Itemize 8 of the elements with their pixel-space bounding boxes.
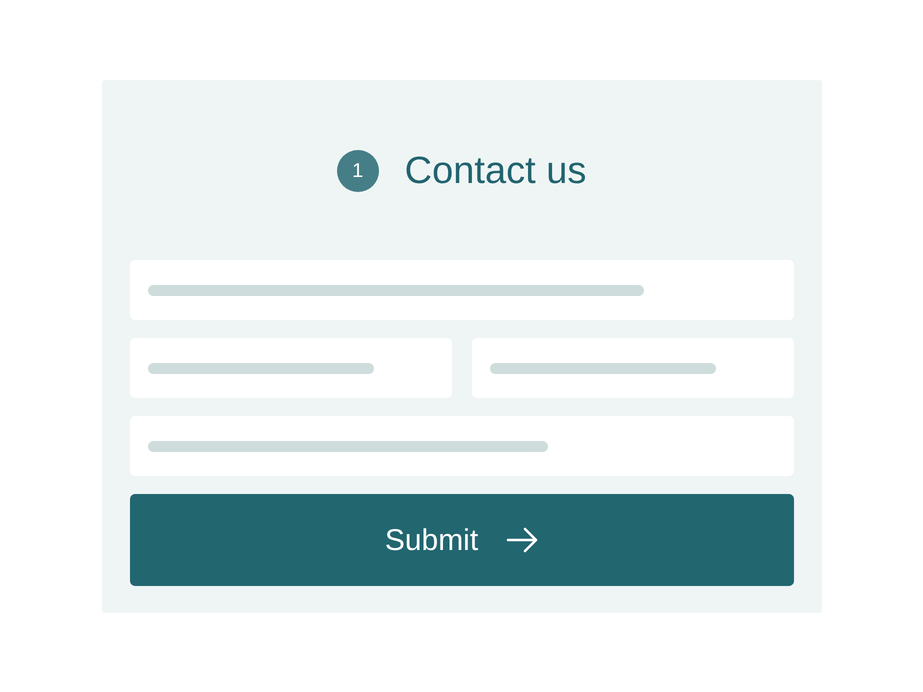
input-field[interactable] xyxy=(130,416,794,476)
arrow-right-icon xyxy=(506,527,538,553)
input-field[interactable] xyxy=(472,338,794,398)
step-badge: 1 xyxy=(336,150,379,192)
submit-button[interactable]: Submit xyxy=(130,494,794,586)
input-field[interactable] xyxy=(130,260,794,320)
form-title: Contact us xyxy=(404,152,586,190)
input-field[interactable] xyxy=(130,338,452,398)
